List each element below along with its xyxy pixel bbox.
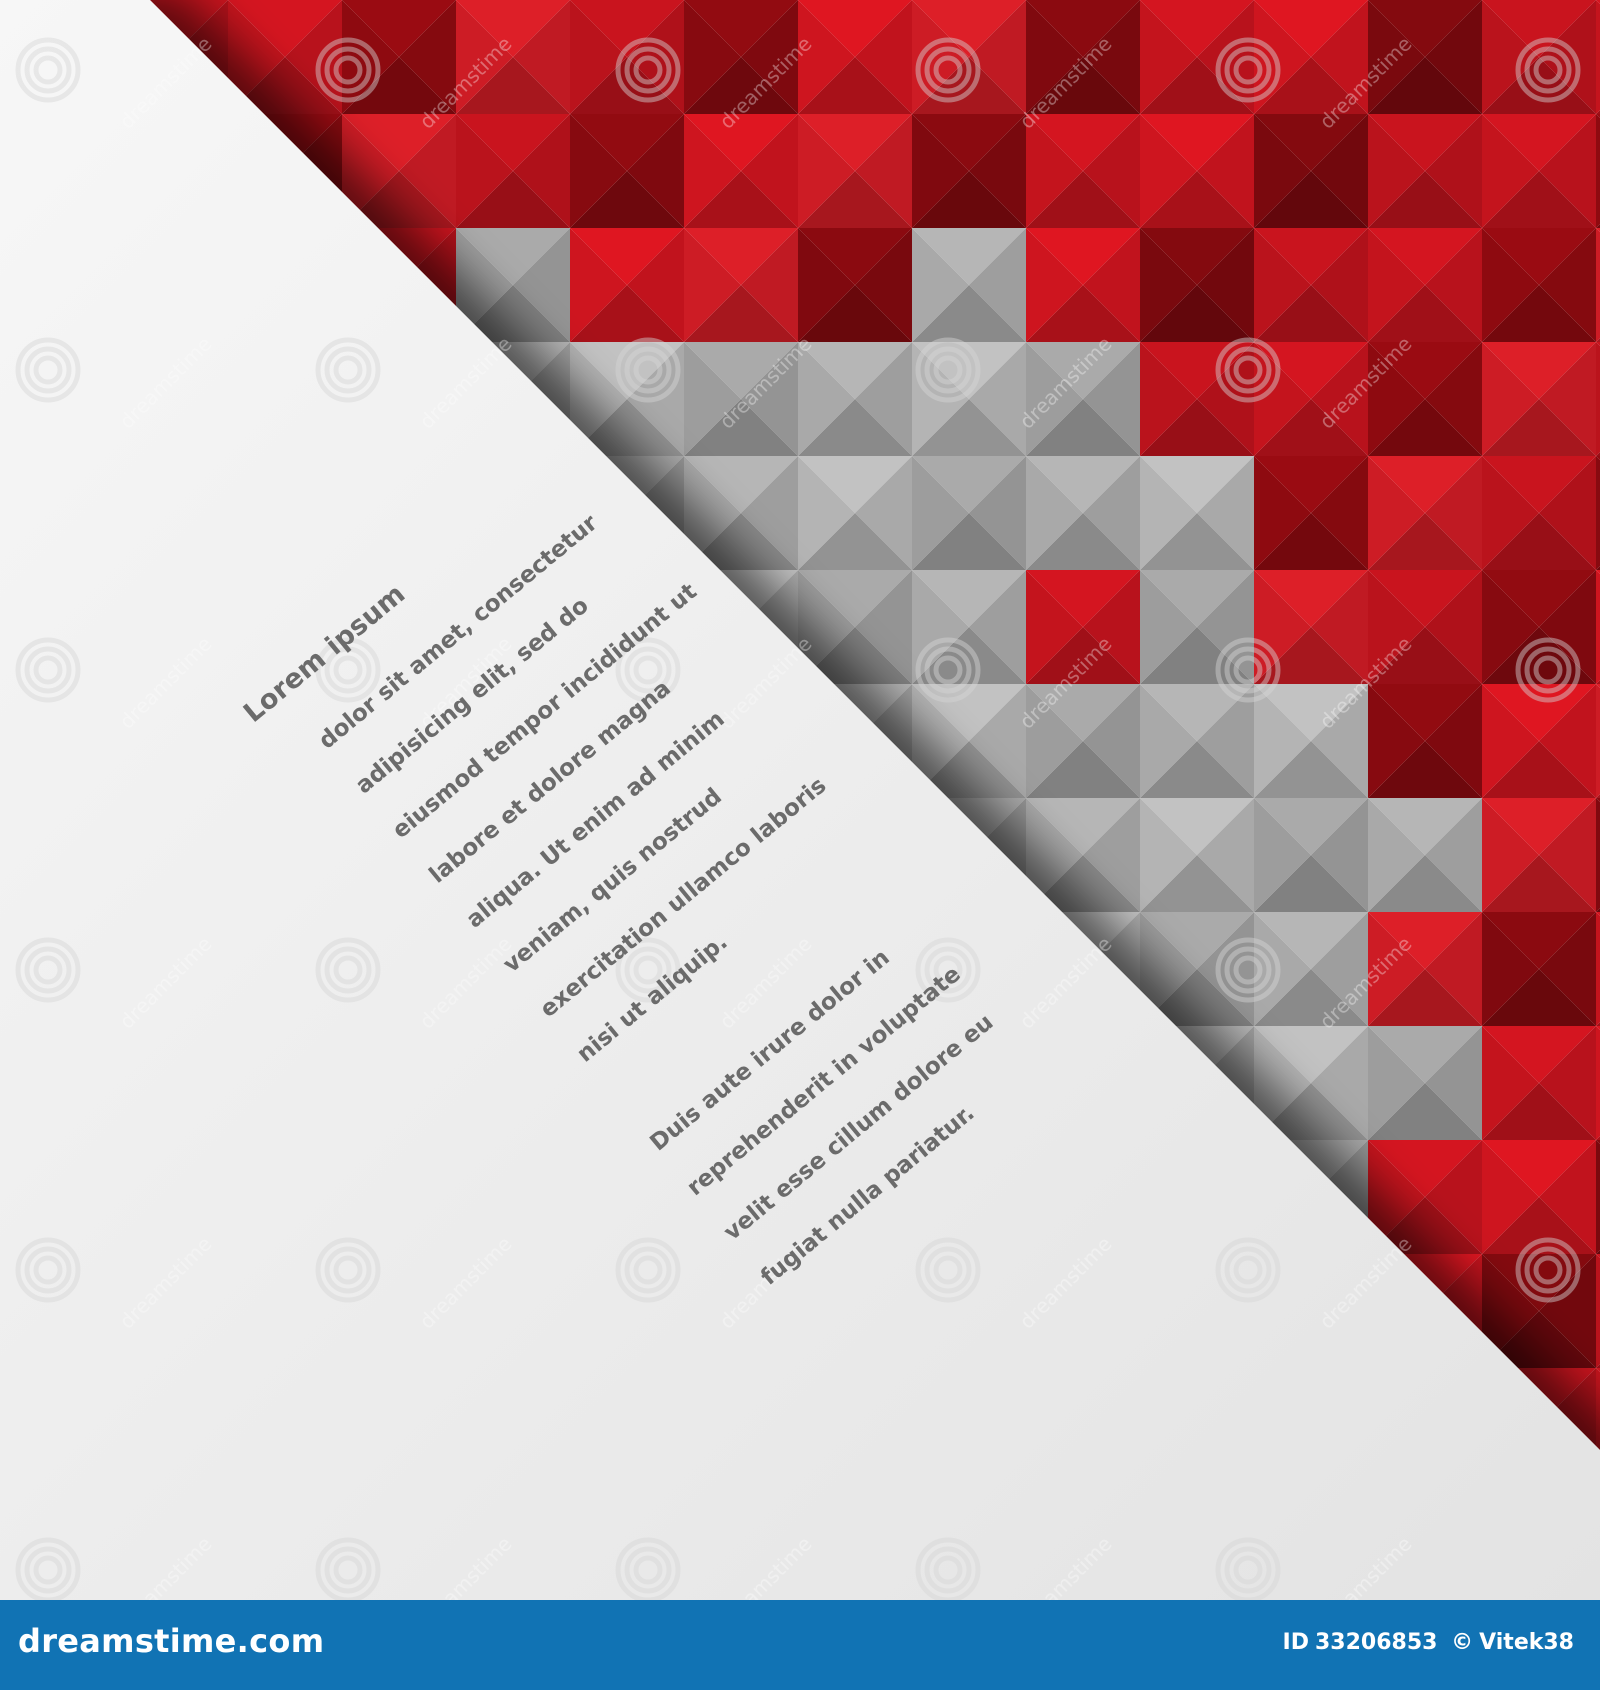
- red-triangle: [1596, 798, 1600, 912]
- image-credit: ID 33206853 © Vitek38: [1277, 1630, 1574, 1655]
- red-triangle: [1596, 456, 1600, 570]
- red-triangle: [1596, 0, 1600, 114]
- stock-image-canvas: dreamstime dreamstime dreamstime dreamstime…: [0, 0, 1600, 1600]
- red-triangle: [1596, 228, 1600, 342]
- id-label: ID: [1282, 1630, 1309, 1655]
- red-triangle: [1596, 1026, 1600, 1140]
- red-triangle: [1596, 1254, 1600, 1368]
- red-triangle: [1596, 684, 1600, 798]
- footer-bar: dreamstime.com ID 33206853 © Vitek38: [0, 1600, 1600, 1690]
- brand-link[interactable]: dreamstime.com: [18, 1622, 324, 1660]
- copyright-icon: ©: [1451, 1630, 1474, 1655]
- author-name[interactable]: Vitek38: [1479, 1630, 1574, 1655]
- red-triangle: [1596, 342, 1600, 456]
- id-value: 33206853: [1314, 1630, 1438, 1655]
- red-triangle: [1596, 570, 1600, 684]
- red-triangle: [1596, 1140, 1600, 1254]
- red-triangle: [1596, 912, 1600, 1026]
- red-triangle: [1596, 114, 1600, 228]
